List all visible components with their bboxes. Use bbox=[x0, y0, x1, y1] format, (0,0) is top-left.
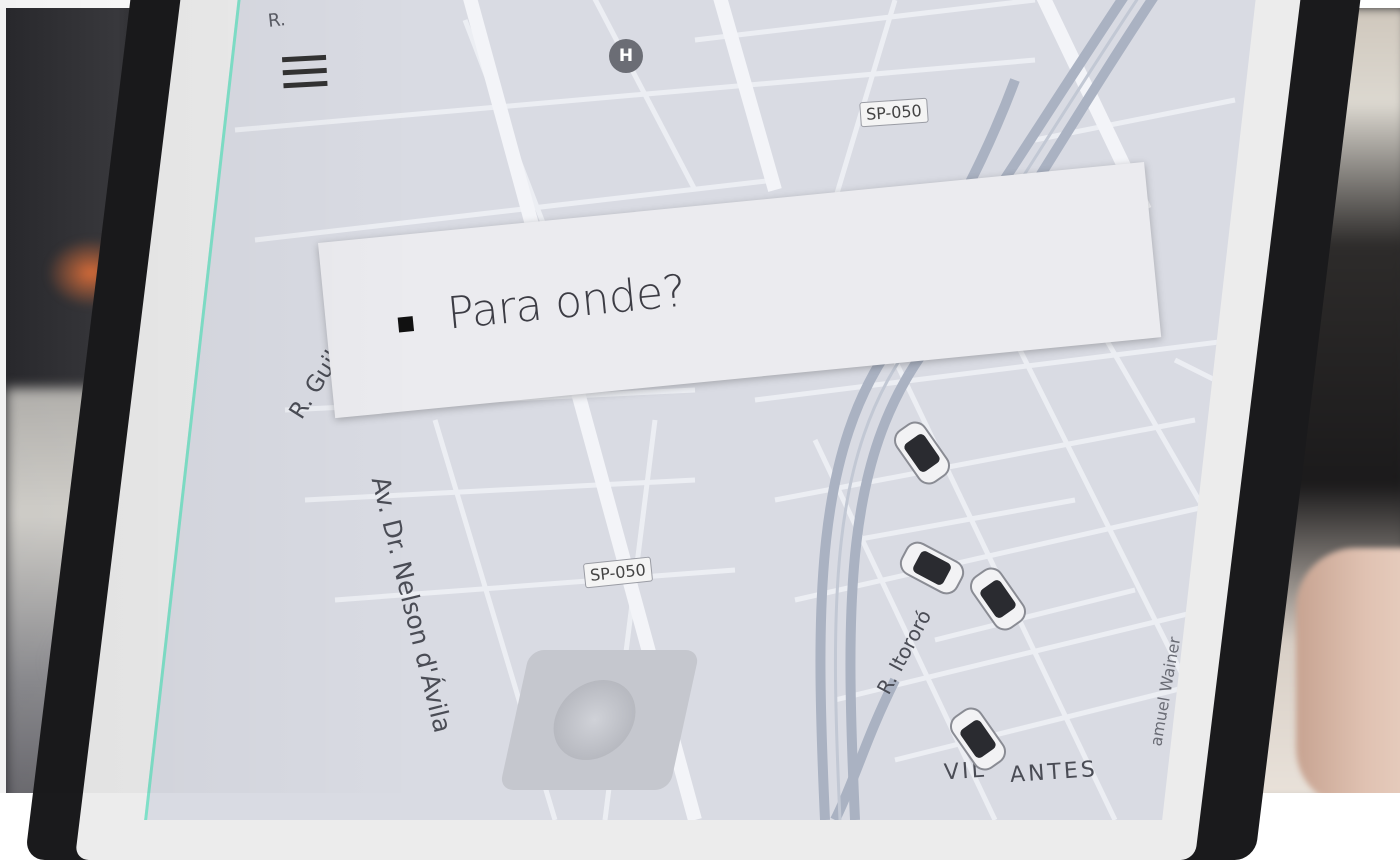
hand bbox=[1296, 548, 1400, 793]
hospital-icon[interactable]: H bbox=[609, 39, 643, 73]
road-shield: SP-050 bbox=[859, 97, 929, 128]
search-placeholder: Para onde? bbox=[445, 265, 688, 340]
street-label: R. bbox=[266, 9, 287, 32]
hamburger-menu-icon[interactable] bbox=[281, 54, 330, 97]
destination-square-icon bbox=[397, 316, 415, 333]
locate-me-icon bbox=[545, 680, 644, 760]
hospital-letter: H bbox=[618, 46, 634, 66]
menu-bar-2 bbox=[282, 67, 327, 76]
menu-bar-1 bbox=[281, 54, 327, 63]
locate-me-button[interactable] bbox=[499, 650, 700, 790]
menu-bar-3 bbox=[283, 80, 328, 89]
